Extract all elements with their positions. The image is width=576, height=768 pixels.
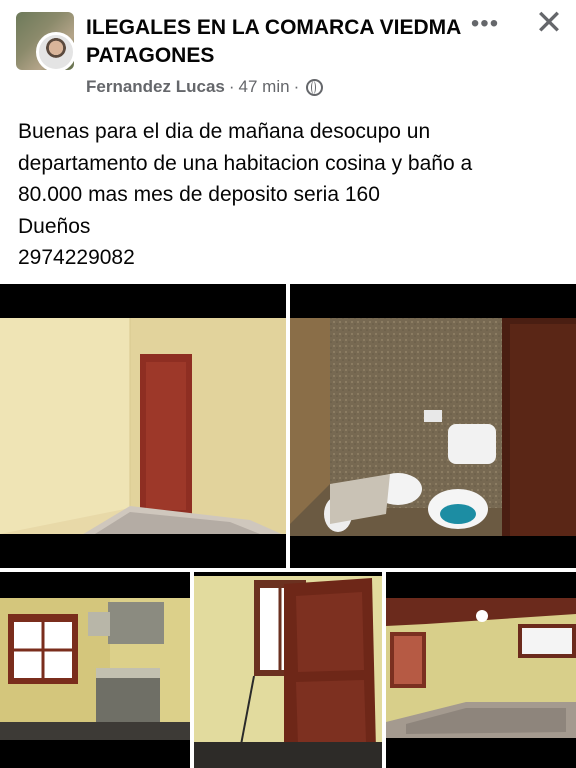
- photo-bathroom[interactable]: [290, 284, 576, 568]
- group-avatar[interactable]: [16, 12, 74, 70]
- meta-separator: ·: [228, 77, 235, 96]
- photo-kitchen[interactable]: [0, 572, 190, 768]
- post-time[interactable]: 47 min: [239, 77, 290, 97]
- photo-bathroom-image: [290, 284, 576, 568]
- post-header: ILEGALES EN LA COMARCA VIEDMA PATAGONES …: [0, 0, 576, 110]
- photo-room-door[interactable]: [0, 284, 286, 568]
- post-body: Buenas para el dia de mañana desocupo un…: [18, 116, 566, 274]
- close-button[interactable]: ✕: [532, 6, 566, 40]
- post-body-line: 80.000 mas mes de deposito seria 160: [18, 183, 380, 206]
- author-avatar[interactable]: [36, 32, 74, 70]
- post-body-line: departamento de una habitacion cosina y …: [18, 151, 473, 175]
- author-name[interactable]: Fernandez Lucas: [86, 77, 225, 97]
- meta-separator: ·: [293, 77, 300, 96]
- photo-door-window[interactable]: [194, 572, 382, 768]
- photo-room-door-image: [0, 284, 286, 568]
- group-name[interactable]: ILEGALES EN LA COMARCA VIEDMA PATAGONES: [86, 14, 466, 70]
- photo-empty-room-image: [386, 572, 576, 768]
- globe-icon: [306, 78, 324, 96]
- photo-door-window-image: [194, 572, 382, 768]
- post-body-line: Buenas para el dia de mañana desocupo un: [18, 120, 431, 143]
- post-body-line: Dueños: [18, 214, 91, 238]
- photo-empty-room[interactable]: [386, 572, 576, 768]
- phone-number[interactable]: 2974229082: [18, 242, 566, 274]
- more-options-button[interactable]: •••: [468, 10, 502, 38]
- post-meta: Fernandez Lucas · 47 min ·: [86, 77, 324, 97]
- photo-kitchen-image: [0, 572, 190, 768]
